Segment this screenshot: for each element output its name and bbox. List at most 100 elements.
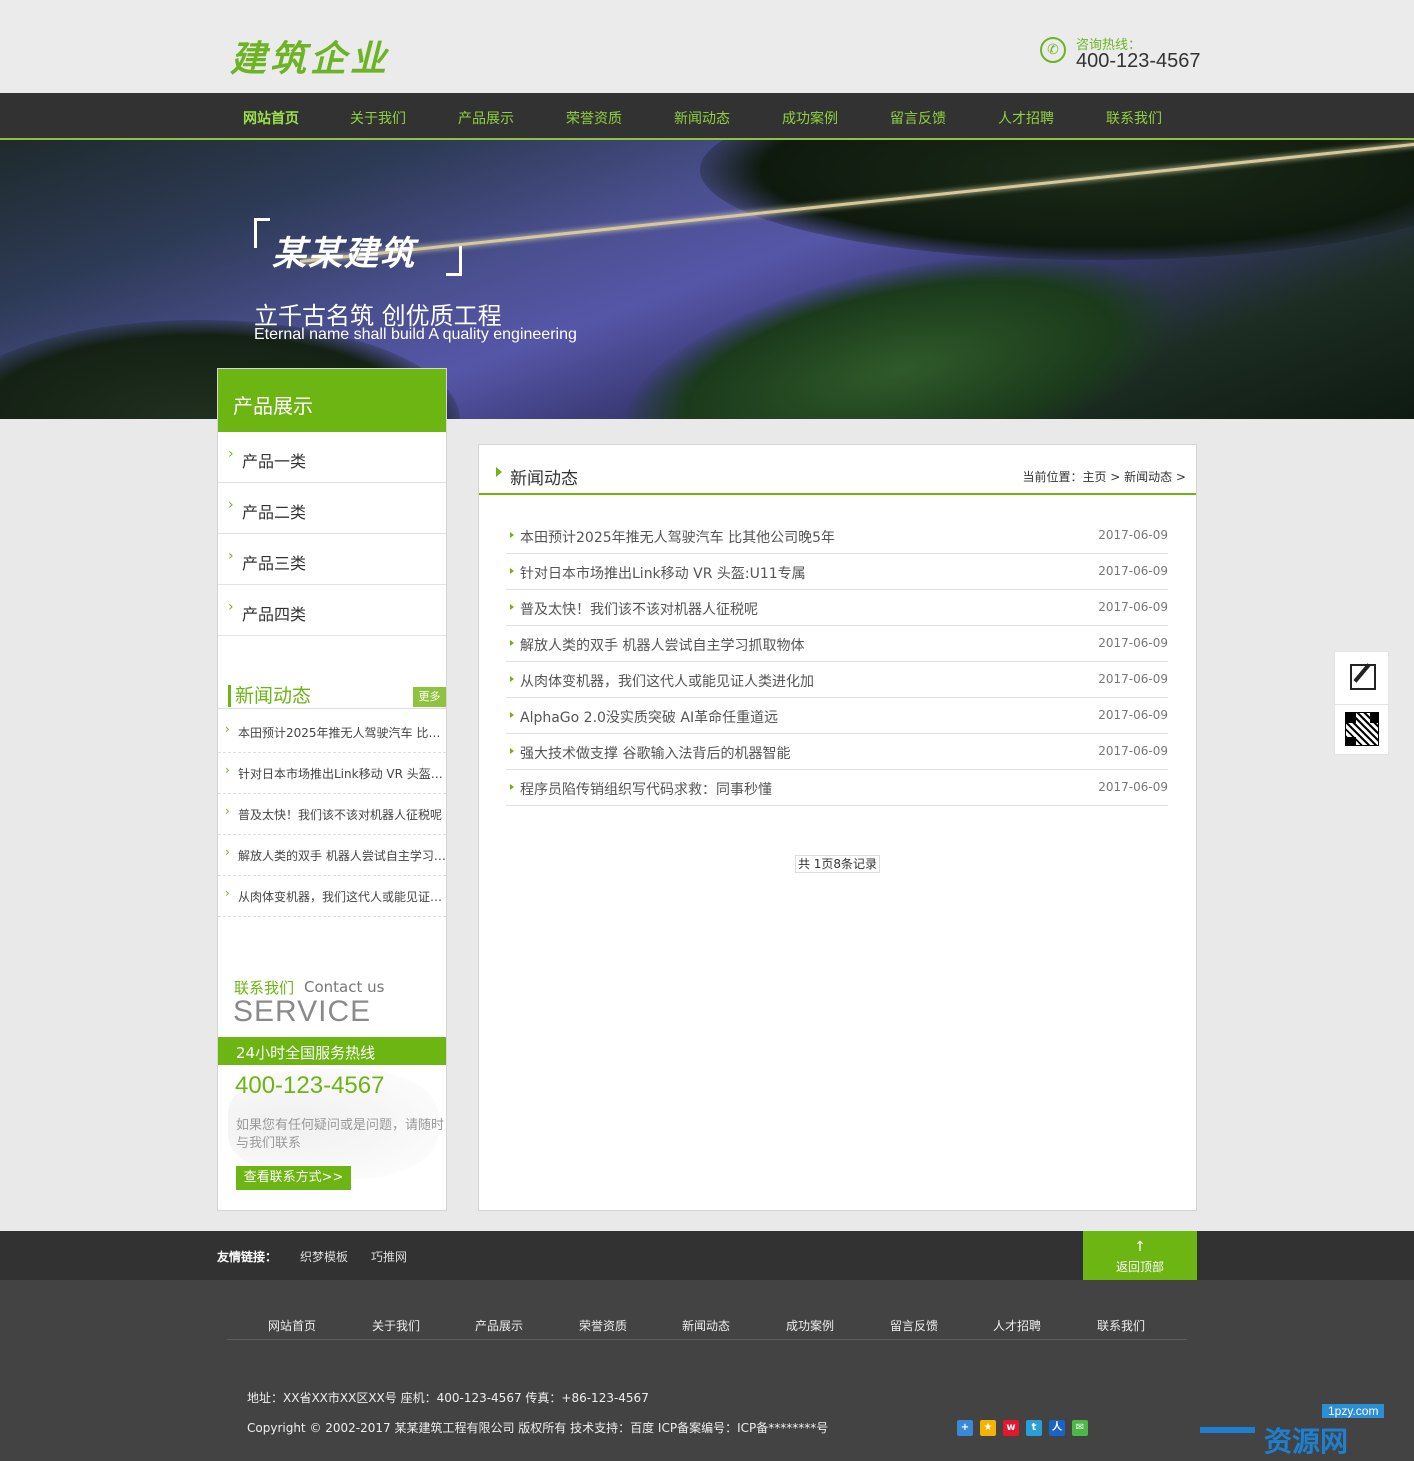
sidebar-news-item[interactable]: 从肉体变机器，我们这代人或能见证人类进化加: [218, 876, 446, 917]
news-list-item[interactable]: 针对日本市场推出Link移动 VR 头盔:U11专属 2017-06-09: [506, 554, 1168, 590]
friend-links-bar: 友情链接： 织梦模板 巧推网 ↑ 返回顶部: [0, 1231, 1414, 1280]
news-date: 2017-06-09: [1098, 672, 1168, 686]
back-to-top-button[interactable]: ↑ 返回顶部: [1083, 1231, 1197, 1280]
pagination: 共 1页8条记录: [479, 855, 1196, 873]
sidebar-category-1[interactable]: 产品一类: [218, 432, 446, 483]
footer-divider: [227, 1339, 1187, 1340]
news-date: 2017-06-09: [1098, 600, 1168, 614]
weibo-icon[interactable]: w: [1003, 1420, 1019, 1436]
footer-nav-honors[interactable]: 荣誉资质: [579, 1317, 627, 1334]
news-list-item[interactable]: 解放人类的双手 机器人尝试自主学习抓取物体 2017-06-09: [506, 626, 1168, 662]
footer-nav-home[interactable]: 网站首页: [268, 1317, 316, 1334]
pagination-summary: 共 1页8条记录: [794, 855, 881, 873]
banner-bracket-left: [254, 218, 270, 248]
bullet-arrow-icon: [510, 604, 514, 610]
news-date: 2017-06-09: [1098, 708, 1168, 722]
news-title[interactable]: 从肉体变机器，我们这代人或能见证人类进化加: [520, 671, 814, 691]
contact-heading-en: Contact us: [304, 978, 385, 996]
sidebar-news-more-button[interactable]: 更多: [413, 687, 446, 707]
title-underline: [479, 493, 1196, 495]
edit-icon[interactable]: [1350, 664, 1376, 690]
friend-links-label: 友情链接：: [217, 1250, 278, 1264]
bullet-arrow-icon: [510, 568, 514, 574]
sidebar-category-2[interactable]: 产品二类: [218, 483, 446, 534]
news-title[interactable]: 普及太快！我们该不该对机器人征税呢: [520, 599, 758, 619]
news-title[interactable]: 程序员陷传销组织写代码求救：同事秒懂: [520, 779, 772, 799]
footer-nav-about[interactable]: 关于我们: [372, 1317, 420, 1334]
main-nav: 网站首页 关于我们 产品展示 荣誉资质 新闻动态 成功案例 留言反馈 人才招聘 …: [0, 93, 1414, 140]
footer-nav-news[interactable]: 新闻动态: [682, 1317, 730, 1334]
renren-icon[interactable]: 人: [1049, 1420, 1065, 1436]
service-description: 如果您有任何疑问或是问题，请随时与我们联系: [236, 1118, 445, 1151]
wechat-icon[interactable]: ✉: [1072, 1420, 1088, 1436]
view-contact-button[interactable]: 查看联系方式>>: [236, 1166, 351, 1190]
news-list-item[interactable]: 强大技术做支撑 谷歌输入法背后的机器智能 2017-06-09: [506, 734, 1168, 770]
news-list-item[interactable]: 普及太快！我们该不该对机器人征税呢 2017-06-09: [506, 590, 1168, 626]
footer-nav-cases[interactable]: 成功案例: [786, 1317, 834, 1334]
sidebar-news-item[interactable]: 本田预计2025年推无人驾驶汽车 比其他公司晚5年: [218, 712, 446, 753]
nav-item-about[interactable]: 关于我们: [350, 108, 406, 128]
qr-code-icon[interactable]: [1345, 712, 1379, 746]
footer-address: 地址：XX省XX市XX区XX号 座机：400-123-4567 传真：+86-1…: [247, 1391, 649, 1405]
watermark-text: 资源网: [1264, 1425, 1349, 1458]
back-to-top-label: 返回顶部: [1115, 1260, 1164, 1274]
watermark: 1pzy.com 资源网: [1200, 1400, 1414, 1461]
sidebar-products-title: 产品展示: [218, 369, 446, 432]
sidebar-news-divider: [218, 708, 446, 709]
tencent-weibo-icon[interactable]: t: [1026, 1420, 1042, 1436]
news-date: 2017-06-09: [1098, 636, 1168, 650]
news-date: 2017-06-09: [1098, 780, 1168, 794]
header-hotline: ✆ 咨询热线： 400-123-4567: [1040, 34, 1210, 78]
bullet-arrow-icon: [510, 712, 514, 718]
service-phone: 400-123-4567: [235, 1072, 385, 1099]
news-title[interactable]: 针对日本市场推出Link移动 VR 头盔:U11专属: [520, 563, 806, 583]
nav-item-cases[interactable]: 成功案例: [782, 108, 838, 128]
footer-nav-jobs[interactable]: 人才招聘: [993, 1317, 1041, 1334]
news-list-item[interactable]: 从肉体变机器，我们这代人或能见证人类进化加 2017-06-09: [506, 662, 1168, 698]
qzone-icon[interactable]: ★: [980, 1420, 996, 1436]
page-title: 新闻动态: [510, 469, 578, 489]
news-list-item[interactable]: 本田预计2025年推无人驾驶汽车 比其他公司晚5年 2017-06-09: [506, 518, 1168, 554]
footer-nav-feedback[interactable]: 留言反馈: [890, 1317, 938, 1334]
bullet-arrow-icon: [510, 748, 514, 754]
bullet-arrow-icon: [510, 532, 514, 538]
bullet-arrow-icon: [510, 676, 514, 682]
sidebar-news-item[interactable]: 针对日本市场推出Link移动 VR 头盔:U11专属: [218, 753, 446, 794]
main-content: 新闻动态 当前位置：主页 > 新闻动态 > 本田预计2025年推无人驾驶汽车 比…: [478, 444, 1197, 1211]
nav-item-jobs[interactable]: 人才招聘: [998, 108, 1054, 128]
friend-link[interactable]: 巧推网: [371, 1248, 407, 1265]
news-title[interactable]: AlphaGo 2.0没实质突破 AI革命任重道远: [520, 707, 778, 727]
footer-copyright: Copyright © 2002-2017 某某建筑工程有限公司 版权所有 技术…: [247, 1421, 829, 1435]
sidebar-news-item[interactable]: 普及太快！我们该不该对机器人征税呢: [218, 794, 446, 835]
sidebar-news-item[interactable]: 解放人类的双手 机器人尝试自主学习抓取物体: [218, 835, 446, 876]
title-arrow-icon: [496, 467, 502, 477]
news-title[interactable]: 本田预计2025年推无人驾驶汽车 比其他公司晚5年: [520, 527, 835, 547]
news-date: 2017-06-09: [1098, 744, 1168, 758]
bullet-arrow-icon: [510, 784, 514, 790]
nav-item-home[interactable]: 网站首页: [243, 108, 299, 128]
share-plus-icon[interactable]: +: [957, 1420, 973, 1436]
friend-link[interactable]: 织梦模板: [300, 1248, 348, 1265]
breadcrumb[interactable]: 当前位置：主页 > 新闻动态 >: [1022, 468, 1186, 485]
sidebar-category-3[interactable]: 产品三类: [218, 534, 446, 585]
hero-banner: [0, 140, 1414, 419]
hotline-number: 400-123-4567: [1076, 50, 1201, 72]
news-title[interactable]: 强大技术做支撑 谷歌输入法背后的机器智能: [520, 743, 790, 763]
site-logo[interactable]: 建筑企业: [230, 30, 390, 82]
nav-item-contact[interactable]: 联系我们: [1106, 108, 1162, 128]
footer-nav-products[interactable]: 产品展示: [475, 1317, 523, 1334]
nav-item-feedback[interactable]: 留言反馈: [890, 108, 946, 128]
nav-item-news[interactable]: 新闻动态: [674, 108, 730, 128]
news-title[interactable]: 解放人类的双手 机器人尝试自主学习抓取物体: [520, 635, 804, 655]
sidebar-category-4[interactable]: 产品四类: [218, 585, 446, 636]
footer-nav-contact[interactable]: 联系我们: [1097, 1317, 1145, 1334]
banner-title: 某某建筑: [272, 234, 416, 274]
news-list-item[interactable]: AlphaGo 2.0没实质突破 AI革命任重道远 2017-06-09: [506, 698, 1168, 734]
news-list-item[interactable]: 程序员陷传销组织写代码求救：同事秒懂 2017-06-09: [506, 770, 1168, 806]
banner-land: [700, 140, 1414, 260]
header: 建筑企业 ✆ 咨询热线： 400-123-4567: [0, 0, 1414, 93]
nav-item-honors[interactable]: 荣誉资质: [566, 108, 622, 128]
floating-toolbar: [1334, 651, 1389, 755]
banner-subtitle: Eternal name shall build A quality engin…: [254, 326, 577, 343]
nav-item-products[interactable]: 产品展示: [458, 108, 514, 128]
